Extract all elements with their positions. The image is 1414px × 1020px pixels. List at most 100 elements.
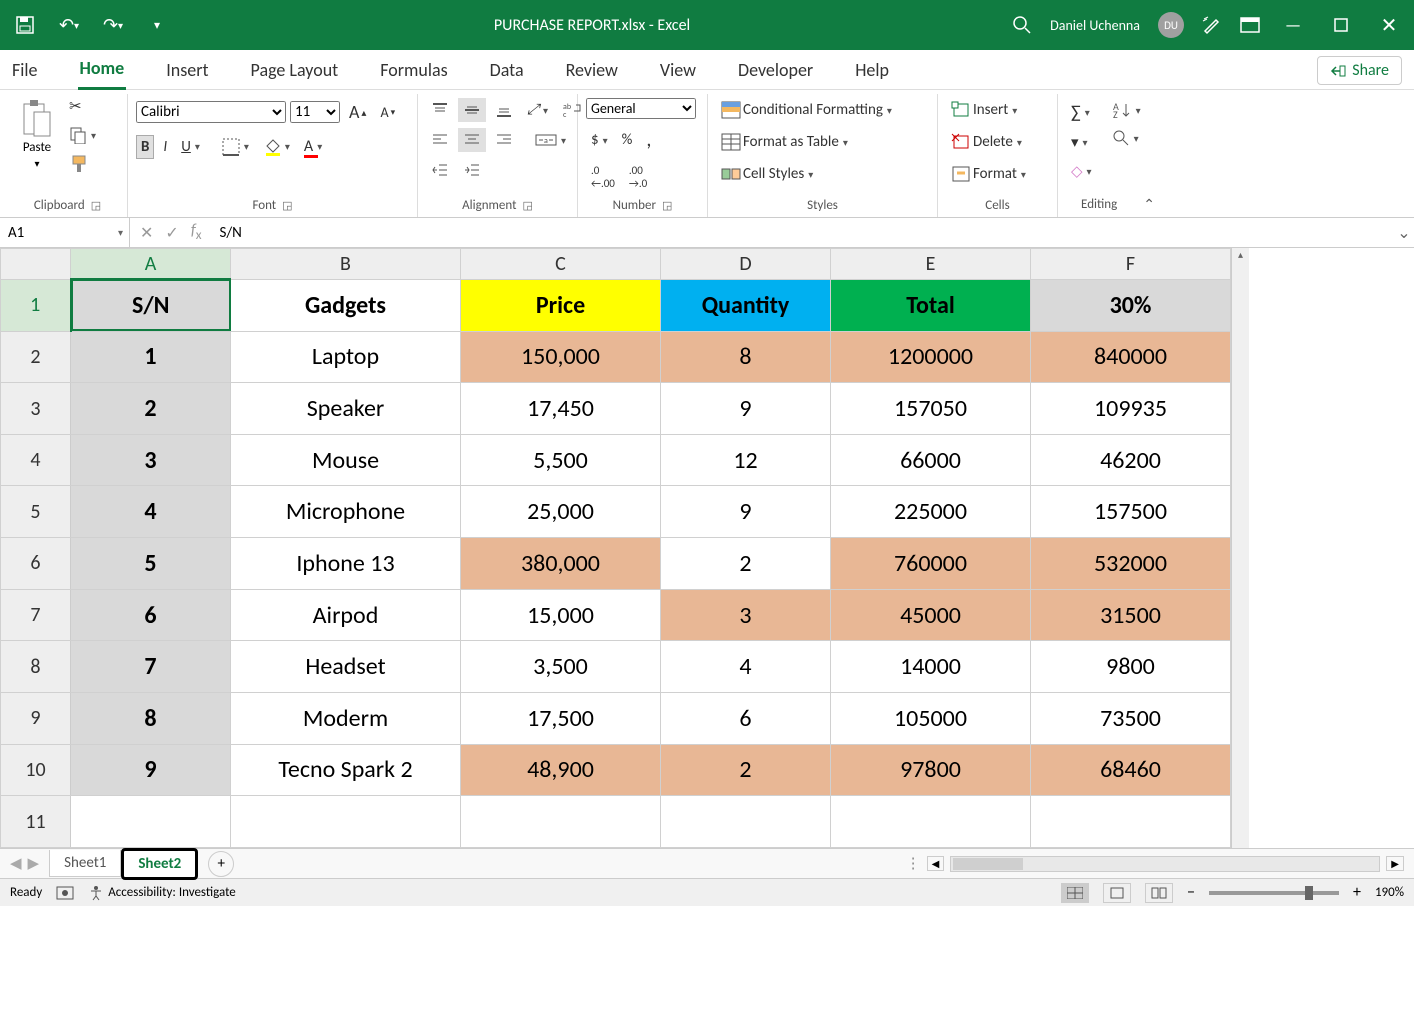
cell-E3[interactable]: 157050 xyxy=(831,383,1031,435)
page-layout-view-button[interactable] xyxy=(1103,883,1131,903)
sheet-nav-next-icon[interactable]: ▶ xyxy=(28,854,40,873)
italic-button[interactable]: I xyxy=(158,135,172,159)
align-bottom-button[interactable] xyxy=(490,98,518,122)
enter-entry-icon[interactable]: ✓ xyxy=(165,223,178,243)
cell-E7[interactable]: 45000 xyxy=(831,589,1031,641)
row-header-3[interactable]: 3 xyxy=(1,383,71,435)
column-header-C[interactable]: C xyxy=(461,249,661,280)
format-cells-button[interactable]: Format xyxy=(946,162,1031,186)
save-icon[interactable] xyxy=(10,10,40,40)
insert-cells-button[interactable]: Insert xyxy=(946,98,1022,122)
find-select-button[interactable] xyxy=(1107,126,1146,150)
share-button[interactable]: Share xyxy=(1317,56,1402,85)
row-header-9[interactable]: 9 xyxy=(1,692,71,744)
cell-E2[interactable]: 1200000 xyxy=(831,331,1031,383)
cell-E5[interactable]: 225000 xyxy=(831,486,1031,538)
cell-C9[interactable]: 17,500 xyxy=(461,692,661,744)
sort-filter-button[interactable]: AZ xyxy=(1107,98,1146,122)
conditional-formatting-button[interactable]: Conditional Formatting xyxy=(716,98,897,122)
hscroll-left-icon[interactable]: ◀ xyxy=(927,856,945,871)
vertical-scrollbar[interactable]: ▴ ▾ xyxy=(1231,248,1249,848)
tab-formulas[interactable]: Formulas xyxy=(378,51,449,89)
cell-C1[interactable]: Price xyxy=(461,279,661,331)
cell-B10[interactable]: Tecno Spark 2 xyxy=(231,744,461,796)
cell-F7[interactable]: 31500 xyxy=(1031,589,1231,641)
cell-E10[interactable]: 97800 xyxy=(831,744,1031,796)
borders-button[interactable] xyxy=(217,135,254,159)
cell-B9[interactable]: Moderm xyxy=(231,692,461,744)
ribbon-display-icon[interactable] xyxy=(1240,17,1260,33)
cell-D4[interactable]: 12 xyxy=(661,434,831,486)
name-box[interactable]: ▾ xyxy=(0,218,130,247)
cell-F1[interactable]: 30% xyxy=(1031,279,1231,331)
cell-F8[interactable]: 9800 xyxy=(1031,641,1231,693)
column-header-A[interactable]: A xyxy=(71,249,231,280)
cell-C5[interactable]: 25,000 xyxy=(461,486,661,538)
normal-view-button[interactable] xyxy=(1061,883,1089,903)
orientation-button[interactable]: ⤢ xyxy=(522,98,553,122)
cell-D2[interactable]: 8 xyxy=(661,331,831,383)
tab-developer[interactable]: Developer xyxy=(736,51,815,89)
dialog-launcher-icon[interactable]: ◲ xyxy=(522,199,532,212)
paste-button[interactable]: Paste ▾ xyxy=(16,94,58,174)
cell-C3[interactable]: 17,450 xyxy=(461,383,661,435)
cell-F5[interactable]: 157500 xyxy=(1031,486,1231,538)
cell-A2[interactable]: 1 xyxy=(71,331,231,383)
cell-B6[interactable]: Iphone 13 xyxy=(231,538,461,590)
cell-C2[interactable]: 150,000 xyxy=(461,331,661,383)
row-header-7[interactable]: 7 xyxy=(1,589,71,641)
fx-icon[interactable]: fx xyxy=(191,221,202,243)
cell-A1[interactable]: S/N xyxy=(71,279,231,331)
cell-F3[interactable]: 109935 xyxy=(1031,383,1231,435)
cell-C4[interactable]: 5,500 xyxy=(461,434,661,486)
zoom-in-button[interactable]: + xyxy=(1353,883,1361,902)
autosum-button[interactable]: ∑ xyxy=(1066,98,1097,126)
underline-button[interactable]: U xyxy=(176,135,205,159)
row-header-4[interactable]: 4 xyxy=(1,434,71,486)
cell-E8[interactable]: 14000 xyxy=(831,641,1031,693)
cell-A9[interactable]: 8 xyxy=(71,692,231,744)
tab-review[interactable]: Review xyxy=(564,51,620,89)
row-header-11[interactable]: 11 xyxy=(1,796,71,848)
sheet-nav-prev-icon[interactable]: ◀ xyxy=(10,854,22,873)
cell-C8[interactable]: 3,500 xyxy=(461,641,661,693)
cell-C10[interactable]: 48,900 xyxy=(461,744,661,796)
horizontal-scrollbar[interactable] xyxy=(950,856,1380,872)
dialog-launcher-icon[interactable]: ◲ xyxy=(282,199,292,212)
cell-D8[interactable]: 4 xyxy=(661,641,831,693)
format-painter-button[interactable] xyxy=(64,151,101,177)
percent-format-button[interactable]: % xyxy=(617,128,638,152)
row-header-1[interactable]: 1 xyxy=(1,279,71,331)
tab-page-layout[interactable]: Page Layout xyxy=(249,51,341,89)
search-icon[interactable] xyxy=(1012,15,1032,35)
cell-F4[interactable]: 46200 xyxy=(1031,434,1231,486)
row-header-8[interactable]: 8 xyxy=(1,641,71,693)
avatar[interactable]: DU xyxy=(1158,12,1184,38)
column-header-D[interactable]: D xyxy=(661,249,831,280)
merge-center-button[interactable]: a xyxy=(530,128,571,152)
cell-D10[interactable]: 2 xyxy=(661,744,831,796)
close-icon[interactable]: ✕ xyxy=(1374,10,1404,40)
accounting-format-button[interactable]: $ xyxy=(586,128,613,152)
expand-formula-bar-icon[interactable]: ⌄ xyxy=(1394,223,1414,243)
tab-help[interactable]: Help xyxy=(853,51,891,89)
align-left-button[interactable] xyxy=(426,128,454,152)
cell-B2[interactable]: Laptop xyxy=(231,331,461,383)
fill-color-button[interactable] xyxy=(258,135,295,159)
tab-insert[interactable]: Insert xyxy=(164,51,210,89)
align-right-button[interactable] xyxy=(490,128,518,152)
cell-E9[interactable]: 105000 xyxy=(831,692,1031,744)
comma-format-button[interactable]: , xyxy=(641,125,656,155)
zoom-out-button[interactable]: − xyxy=(1187,883,1195,902)
delete-cells-button[interactable]: Delete xyxy=(946,130,1027,154)
redo-icon[interactable]: ↷▾ xyxy=(98,10,128,40)
tab-view[interactable]: View xyxy=(658,51,698,89)
row-header-10[interactable]: 10 xyxy=(1,744,71,796)
font-name-select[interactable]: Calibri xyxy=(136,101,286,123)
undo-icon[interactable]: ↶▾ xyxy=(54,10,84,40)
draw-mode-icon[interactable] xyxy=(1202,15,1222,35)
cell-A6[interactable]: 5 xyxy=(71,538,231,590)
sheet-tab-2[interactable]: Sheet2 xyxy=(121,848,198,880)
user-name[interactable]: Daniel Uchenna xyxy=(1050,17,1140,34)
cell-C6[interactable]: 380,000 xyxy=(461,538,661,590)
